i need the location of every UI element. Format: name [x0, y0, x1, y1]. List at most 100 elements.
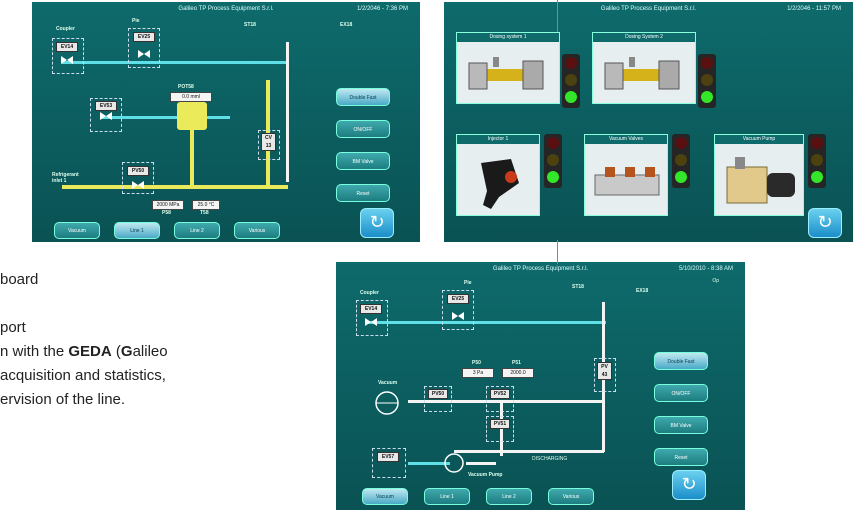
reset-button[interactable]: Reset	[336, 184, 390, 202]
bm-valve-button[interactable]: BM Valve	[336, 152, 390, 170]
refresh-icon[interactable]: ↻	[808, 208, 842, 238]
ev25-badge[interactable]: EV25	[447, 294, 469, 304]
vacuum-label: Vacuum	[378, 380, 398, 386]
refresh-icon[interactable]: ↻	[360, 208, 394, 238]
hmi-screen-line1: Galileo TP Process Equipment S.r.l. 1/2/…	[32, 2, 420, 242]
double-fast-button[interactable]: Double Fast	[654, 352, 708, 370]
nav-vacuum[interactable]: Vacuum	[362, 488, 408, 505]
caption-text: n with the	[0, 343, 69, 360]
pv52-badge[interactable]: PV52	[490, 389, 510, 399]
status-light	[562, 54, 580, 108]
nav-line2[interactable]: Line 2	[486, 488, 532, 505]
st18-label: ST18	[244, 22, 256, 28]
on-off-button[interactable]: ON/OFF	[654, 384, 708, 402]
pot58-label: POT58	[178, 84, 194, 90]
nav-various[interactable]: Various	[234, 222, 280, 239]
yellow-lamp	[547, 154, 559, 166]
caption-text: (	[111, 343, 121, 360]
card-vacuum-valves[interactable]: Vacuum Valves	[584, 134, 668, 216]
pot58-readout: 0.0 mml	[170, 92, 212, 102]
ex18-label: EX18	[636, 288, 649, 294]
pv50-badge[interactable]: PV50	[428, 389, 448, 399]
divider	[557, 0, 558, 32]
dosing-system-image	[468, 57, 544, 90]
cyan-pipe	[366, 321, 606, 324]
yellow-lamp	[811, 154, 823, 166]
green-lamp	[701, 91, 713, 103]
green-lamp	[565, 91, 577, 103]
caption-line-1: board	[0, 271, 39, 288]
caption-line-2: port	[0, 319, 26, 336]
hmi-screen-overview: Galileo TP Process Equipment S.r.l. 1/2/…	[444, 2, 853, 242]
card-label: Vacuum Valves	[585, 135, 667, 144]
refresh-icon[interactable]: ↻	[672, 470, 706, 500]
cv-badge[interactable]: CV 13	[261, 133, 276, 151]
red-lamp	[701, 57, 713, 69]
status-light	[672, 134, 690, 188]
ev57-badge[interactable]: EV57	[377, 452, 399, 462]
datetime: 1/2/2046 - 7:36 PM	[356, 6, 408, 12]
valve-icon[interactable]	[138, 50, 150, 58]
ev25-badge[interactable]: EV25	[133, 32, 155, 42]
injector-image	[481, 159, 519, 209]
green-lamp	[547, 171, 559, 183]
green-lamp	[811, 171, 823, 183]
card-dosing-system-1[interactable]: Dosing system 1	[456, 32, 560, 104]
nav-various[interactable]: Various	[548, 488, 594, 505]
card-vacuum-pump[interactable]: Vacuum Pump	[714, 134, 804, 216]
caption-line-3: n with the GEDA (Galileo	[0, 342, 168, 362]
valve-icon[interactable]	[100, 112, 112, 120]
white-pipe	[454, 450, 604, 453]
green-lamp	[675, 171, 687, 183]
caption-line-5: ervision of the line.	[0, 391, 126, 408]
pot58-tank	[177, 102, 207, 130]
card-dosing-system-2[interactable]: Dosing System 2	[592, 32, 696, 104]
pv50-badge[interactable]: PV50	[127, 166, 149, 176]
yellow-pipe	[190, 126, 194, 188]
valve-icon[interactable]	[132, 181, 144, 189]
white-pipe	[286, 42, 289, 182]
double-fast-button[interactable]: Double Fast	[336, 88, 390, 106]
valve-icon[interactable]	[61, 56, 73, 64]
red-lamp	[547, 137, 559, 149]
nav-line1[interactable]: Line 1	[114, 222, 160, 239]
datetime: 1/2/2046 - 11:57 PM	[787, 6, 841, 12]
valve-icon[interactable]	[365, 318, 377, 326]
vacuum-pump-label: Vacuum Pump	[468, 472, 503, 478]
ev14-badge[interactable]: EV14	[56, 42, 78, 52]
on-off-button[interactable]: ON/OFF	[336, 120, 390, 138]
pie-label: Pie	[464, 280, 472, 286]
pressure-readout: 2000 MPa	[152, 200, 184, 210]
nav-line1[interactable]: Line 1	[424, 488, 470, 505]
card-injector-1[interactable]: Injector 1	[456, 134, 540, 216]
ev14-badge[interactable]: EV14	[360, 304, 382, 314]
divider	[557, 240, 558, 264]
hmi-screen-vacuum: Galileo TP Process Equipment S.r.l. 5/10…	[336, 262, 745, 510]
discharging-label: DISCHARGING	[532, 456, 568, 462]
geda-bold: GEDA	[68, 343, 112, 360]
reset-button[interactable]: Reset	[654, 448, 708, 466]
coupler-label: Coupler	[56, 26, 75, 32]
p50-readout: 3 Pa	[462, 368, 494, 378]
st18-label: ST18	[572, 284, 584, 290]
red-lamp	[811, 137, 823, 149]
pv51-badge[interactable]: PV51	[490, 419, 510, 429]
yellow-pipe	[62, 185, 288, 189]
pv-badge[interactable]: PV 43	[597, 362, 612, 380]
ev53-badge[interactable]: EV53	[95, 101, 117, 111]
bm-valve-button[interactable]: BM Valve	[654, 416, 708, 434]
coupler-label: Coupler	[360, 290, 379, 296]
card-label: Dosing system 1	[457, 33, 559, 42]
p51-readout: 2000.0	[502, 368, 534, 378]
p51-label: P51	[512, 360, 521, 366]
white-pipe	[466, 462, 496, 465]
yellow-lamp	[565, 74, 577, 86]
yellow-lamp	[701, 74, 713, 86]
nav-line2[interactable]: Line 2	[174, 222, 220, 239]
red-lamp	[675, 137, 687, 149]
nav-vacuum[interactable]: Vacuum	[54, 222, 100, 239]
p58-label: P58	[162, 210, 171, 216]
vacuum-pump-image	[726, 157, 795, 204]
card-label: Injector 1	[457, 135, 539, 144]
valve-icon[interactable]	[452, 312, 464, 320]
